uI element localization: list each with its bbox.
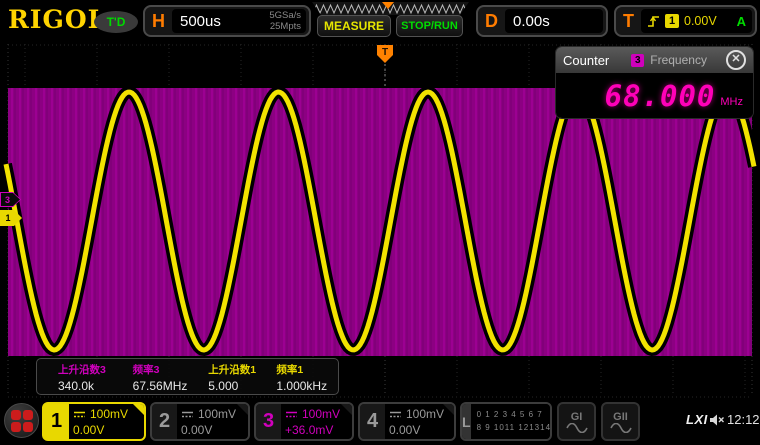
delay-value: 0.00s	[513, 12, 550, 30]
generator-1-button[interactable]: GI	[557, 402, 596, 441]
delay-d-label: D	[485, 10, 498, 31]
logic-analyzer-status[interactable]: L 0 1 2 3 4 5 6 7 8 9 1011 12131415	[460, 402, 552, 441]
counter-value: 68.000	[604, 78, 716, 113]
horizontal-h-label: H	[152, 10, 165, 31]
menu-grid-icon	[10, 409, 33, 432]
trigger-source-badge: 1	[665, 14, 679, 28]
dc-coupling-icon	[286, 411, 297, 418]
brand-logo: RIGOL	[8, 5, 107, 34]
counter-unit: MHz	[720, 95, 743, 108]
generator-2-button[interactable]: GII	[601, 402, 640, 441]
corner-notch	[341, 404, 352, 415]
dc-coupling-icon	[182, 411, 193, 418]
memory-depth: 25Mpts	[269, 21, 301, 32]
rising-edge-icon	[648, 16, 659, 27]
oscilloscope-screen: RIGOL T'D H 500us 5GSa/s 25Mpts MEASURE …	[0, 0, 760, 445]
stop-run-button[interactable]: STOP/RUN	[396, 15, 463, 37]
ch3-offset-marker[interactable]: 3	[0, 192, 21, 207]
dc-coupling-icon	[74, 411, 85, 418]
main-menu-button[interactable]	[4, 403, 39, 438]
lxi-status: LXI	[686, 412, 708, 427]
svg-text:T: T	[382, 47, 388, 58]
sample-rate: 5GSa/s	[269, 10, 301, 21]
sine-wave-icon	[609, 422, 632, 433]
timebase-value: 500us	[180, 12, 221, 30]
channel-4-status[interactable]: 4 100mV 0.00V	[358, 402, 456, 441]
trigger-sweep-mode: A	[736, 13, 746, 29]
measure-button[interactable]: MEASURE	[317, 15, 391, 37]
speaker-muted-icon[interactable]	[709, 413, 725, 427]
dc-coupling-icon	[390, 411, 401, 418]
measurement-item: 上升沿数1 5.000	[208, 364, 257, 393]
counter-source-badge: 3	[631, 53, 645, 67]
delay-settings-block[interactable]: D 0.00s	[476, 5, 608, 37]
trigger-t-label: T	[623, 10, 634, 31]
sample-rate-memdepth: 5GSa/s 25Mpts	[269, 10, 306, 32]
channel-2-status[interactable]: 2 100mV 0.00V	[150, 402, 250, 441]
memory-trigger-position-marker	[382, 2, 394, 9]
counter-readout: 68.000 MHz	[556, 73, 753, 118]
counter-mode-label: Frequency	[650, 53, 707, 67]
trigger-settings-block[interactable]: T 1 0.00V A	[614, 5, 757, 37]
corner-notch	[237, 404, 248, 415]
measurement-item: 频率3 67.56MHz	[132, 364, 188, 393]
horizontal-settings-block[interactable]: H 500us 5GSa/s 25Mpts	[143, 5, 311, 37]
trigger-level-value: 0.00V	[684, 14, 717, 28]
clock: 12:12	[727, 412, 760, 427]
corner-notch	[133, 404, 144, 415]
counter-title: Counter	[563, 52, 610, 68]
trigger-status-badge: T'D	[94, 11, 138, 33]
counter-titlebar: Counter 3 Frequency ✕	[556, 47, 753, 73]
logic-channel-numbers: 0 1 2 3 4 5 6 7 8 9 1011 12131415	[470, 404, 550, 439]
sine-wave-icon	[565, 422, 588, 433]
measurement-item: 频率1 1.000kHz	[276, 364, 328, 393]
measurement-item: 上升沿数3 340.0k	[58, 364, 106, 393]
close-icon[interactable]: ✕	[726, 50, 746, 70]
trigger-position-marker[interactable]: T	[377, 45, 393, 63]
corner-notch	[443, 404, 454, 415]
counter-panel: Counter 3 Frequency ✕ 68.000 MHz	[556, 47, 753, 118]
channel-1-status[interactable]: 1 100mV 0.00V	[42, 402, 146, 441]
measurement-panel[interactable]: 上升沿数3 340.0k 频率3 67.56MHz 上升沿数1 5.000 频率…	[36, 358, 339, 395]
channel-3-status[interactable]: 3 100mV +36.0mV	[254, 402, 354, 441]
